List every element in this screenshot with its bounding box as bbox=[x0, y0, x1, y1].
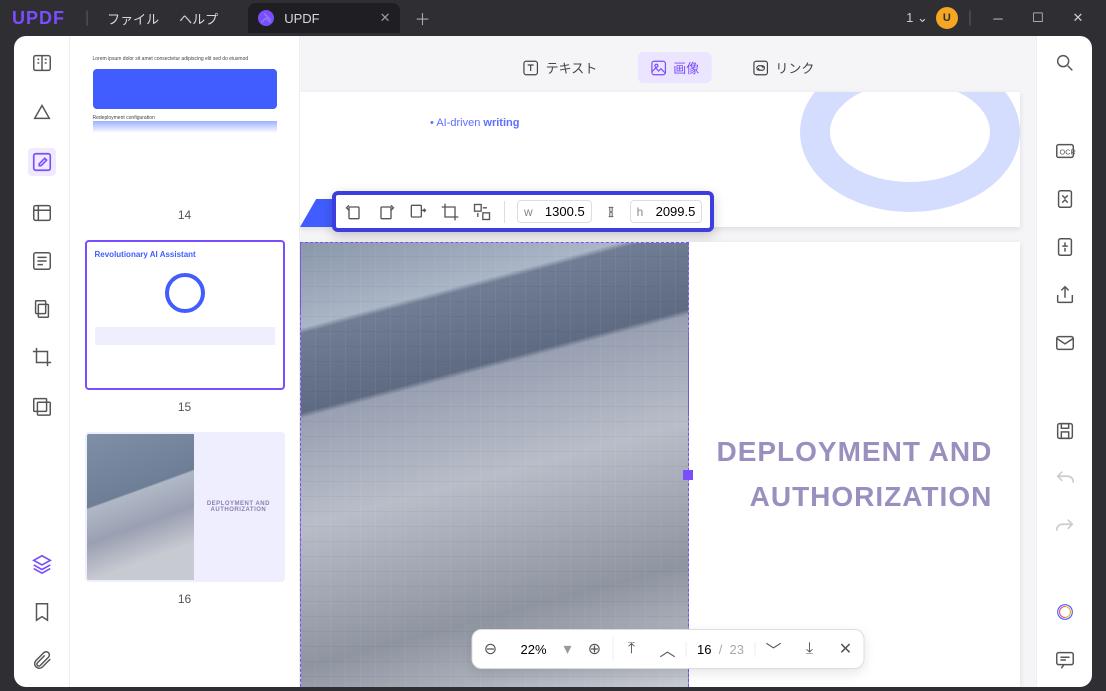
width-field[interactable]: w bbox=[517, 200, 592, 223]
close-button[interactable]: ✕ bbox=[1058, 10, 1098, 26]
image-edit-toolbar: w h bbox=[332, 191, 714, 232]
label: テキスト bbox=[546, 58, 598, 77]
zoom-in-button[interactable]: ⊕ bbox=[577, 639, 613, 659]
email-icon[interactable] bbox=[1054, 332, 1076, 354]
form-icon[interactable] bbox=[31, 250, 53, 272]
tab-title: UPDF bbox=[284, 11, 319, 26]
compress-icon[interactable] bbox=[1054, 236, 1076, 258]
selected-image[interactable] bbox=[300, 242, 689, 687]
zoom-value[interactable]: 22% bbox=[509, 642, 559, 657]
edit-icon[interactable] bbox=[28, 148, 56, 176]
replace-icon[interactable] bbox=[472, 202, 492, 222]
page16-caption: DEPLOYMENT AND AUTHORIZATION bbox=[716, 430, 992, 520]
app-logo: UPDF bbox=[12, 8, 65, 29]
svg-text:OCR: OCR bbox=[1059, 148, 1075, 157]
mode-text[interactable]: テキスト bbox=[510, 52, 610, 83]
close-pager-button[interactable]: ✕ bbox=[828, 639, 864, 659]
thumb-title: Revolutionary AI Assistant bbox=[95, 250, 275, 259]
page-canvas: テキスト 画像 リンク • AI-driven writing 13 bbox=[300, 36, 1036, 687]
rotate-left-icon[interactable] bbox=[344, 202, 364, 222]
titlebar-divider: | bbox=[85, 9, 89, 27]
right-toolbar: OCR bbox=[1036, 36, 1092, 687]
undo-icon[interactable] bbox=[1054, 468, 1076, 490]
thumbnail-14[interactable]: Lorem ipsum dolor sit amet consectetur a… bbox=[85, 48, 285, 222]
document-tab[interactable]: UPDF ✕ bbox=[248, 3, 400, 33]
thumbnail-15[interactable]: Revolutionary AI Assistant 15 bbox=[85, 240, 285, 414]
titlebar: UPDF | ファイル ヘルプ UPDF ✕ ＋ 1 ⌄ U | ─ ☐ ✕ bbox=[0, 0, 1106, 36]
ai-icon[interactable] bbox=[1054, 601, 1076, 623]
height-input[interactable] bbox=[647, 204, 695, 219]
maximize-button[interactable]: ☐ bbox=[1018, 10, 1058, 26]
save-icon[interactable] bbox=[1054, 420, 1076, 442]
main-window: Lorem ipsum dolor sit amet consectetur a… bbox=[14, 36, 1092, 687]
redo-icon[interactable] bbox=[1054, 516, 1076, 538]
lock-aspect-icon[interactable] bbox=[604, 202, 618, 222]
window-count[interactable]: 1 ⌄ bbox=[906, 10, 928, 26]
text-icon bbox=[522, 59, 540, 77]
rotate-right-icon[interactable] bbox=[376, 202, 396, 222]
resize-handle-right[interactable] bbox=[683, 470, 693, 480]
next-page-button[interactable]: ﹀ bbox=[756, 637, 792, 661]
mode-link[interactable]: リンク bbox=[739, 52, 826, 83]
watermark-icon[interactable] bbox=[31, 394, 53, 416]
image-icon bbox=[649, 59, 667, 77]
organize-icon[interactable] bbox=[31, 202, 53, 224]
zoom-dropdown[interactable]: ▾ bbox=[559, 639, 577, 659]
user-avatar[interactable]: U bbox=[936, 7, 958, 29]
crop-image-icon[interactable] bbox=[440, 202, 460, 222]
convert-icon[interactable] bbox=[1054, 188, 1076, 210]
minimize-button[interactable]: ─ bbox=[978, 11, 1018, 26]
thumb-caption: DEPLOYMENT AND AUTHORIZATION bbox=[194, 434, 282, 580]
reader-icon[interactable] bbox=[31, 52, 53, 74]
erase-icon bbox=[258, 10, 274, 26]
crop-icon[interactable] bbox=[31, 346, 53, 368]
extract-icon[interactable] bbox=[408, 202, 428, 222]
titlebar-divider: | bbox=[968, 9, 972, 27]
menu-help[interactable]: ヘルプ bbox=[179, 9, 218, 28]
layers-icon[interactable] bbox=[31, 553, 53, 575]
highlight-icon[interactable] bbox=[31, 100, 53, 122]
thumb-num: 15 bbox=[85, 400, 285, 414]
prev-page-button[interactable]: ︿ bbox=[650, 637, 686, 661]
label: リンク bbox=[775, 58, 814, 77]
add-tab-button[interactable]: ＋ bbox=[414, 6, 430, 30]
thumb-num: 16 bbox=[85, 592, 285, 606]
link-icon bbox=[751, 59, 769, 77]
ocr-icon[interactable]: OCR bbox=[1054, 140, 1076, 162]
share-icon[interactable] bbox=[1054, 284, 1076, 306]
attachment-icon[interactable] bbox=[31, 649, 53, 671]
zoom-out-button[interactable]: ⊖ bbox=[473, 639, 509, 659]
height-field[interactable]: h bbox=[630, 200, 703, 223]
menu-file[interactable]: ファイル bbox=[107, 9, 159, 28]
comment-icon[interactable] bbox=[1054, 649, 1076, 671]
chevron-down-icon: ⌄ bbox=[917, 10, 928, 25]
label: 画像 bbox=[673, 58, 699, 77]
pager-toolbar: ⊖ 22% ▾ ⊕ ⤒ ︿ 16 / 23 ﹀ ⤓ ✕ bbox=[472, 629, 865, 669]
bookmark-icon[interactable] bbox=[31, 601, 53, 623]
search-icon[interactable] bbox=[1054, 52, 1076, 74]
last-page-button[interactable]: ⤓ bbox=[792, 640, 828, 658]
pages-icon[interactable] bbox=[31, 298, 53, 320]
page-16[interactable]: DEPLOYMENT AND AUTHORIZATION bbox=[300, 242, 1020, 687]
thumbnail-16[interactable]: DEPLOYMENT AND AUTHORIZATION 16 bbox=[85, 432, 285, 606]
left-toolbar bbox=[14, 36, 70, 687]
width-input[interactable] bbox=[537, 204, 585, 219]
edit-mode-toolbar: テキスト 画像 リンク bbox=[510, 52, 827, 83]
ai-writing-text: • AI-driven writing bbox=[430, 117, 519, 129]
mode-image[interactable]: 画像 bbox=[637, 52, 711, 83]
close-tab-icon[interactable]: ✕ bbox=[380, 10, 391, 26]
page-indicator[interactable]: 16 / 23 bbox=[686, 642, 756, 657]
thumb-num: 14 bbox=[85, 208, 285, 222]
thumbnail-panel: Lorem ipsum dolor sit amet consectetur a… bbox=[70, 36, 300, 687]
first-page-button[interactable]: ⤒ bbox=[614, 640, 650, 658]
